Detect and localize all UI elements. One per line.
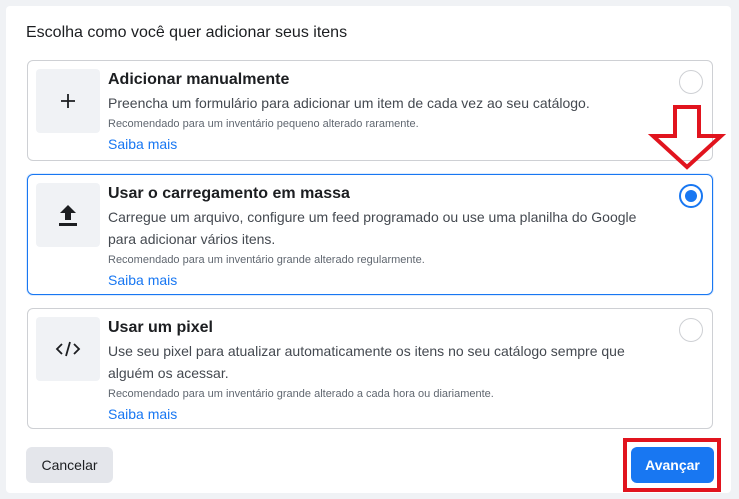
- cancel-button[interactable]: Cancelar: [26, 447, 113, 483]
- radio-add-manually[interactable]: [679, 70, 703, 94]
- option-bulk-upload[interactable]: Usar o carregamento em massa Carregue um…: [27, 174, 713, 295]
- next-button[interactable]: Avançar: [631, 447, 714, 483]
- code-icon: [36, 317, 100, 381]
- option-recommendation: Recomendado para um inventário pequeno a…: [108, 118, 419, 130]
- option-description: Carregue um arquivo, configure um feed p…: [108, 209, 637, 247]
- option-title: Usar o carregamento em massa: [108, 185, 350, 202]
- option-description: Preencha um formulário para adicionar um…: [108, 95, 590, 111]
- option-recommendation: Recomendado para um inventário grande al…: [108, 388, 494, 400]
- learn-more-link[interactable]: Saiba mais: [108, 404, 177, 424]
- learn-more-link[interactable]: Saiba mais: [108, 134, 177, 154]
- option-use-pixel[interactable]: Usar um pixel Use seu pixel para atualiz…: [27, 308, 713, 429]
- plus-icon: [36, 69, 100, 133]
- dialog-heading: Escolha como você quer adicionar seus it…: [26, 24, 348, 41]
- option-title: Adicionar manualmente: [108, 71, 290, 88]
- upload-icon: [36, 183, 100, 247]
- option-title: Usar um pixel: [108, 319, 213, 336]
- radio-use-pixel[interactable]: [679, 318, 703, 342]
- radio-bulk-upload[interactable]: [679, 184, 703, 208]
- option-add-manually[interactable]: Adicionar manualmente Preencha um formul…: [27, 60, 713, 161]
- option-recommendation: Recomendado para um inventário grande al…: [108, 254, 425, 266]
- learn-more-link[interactable]: Saiba mais: [108, 270, 177, 290]
- option-description: Use seu pixel para atualizar automaticam…: [108, 343, 625, 381]
- annotation-arrow-icon: [648, 105, 726, 170]
